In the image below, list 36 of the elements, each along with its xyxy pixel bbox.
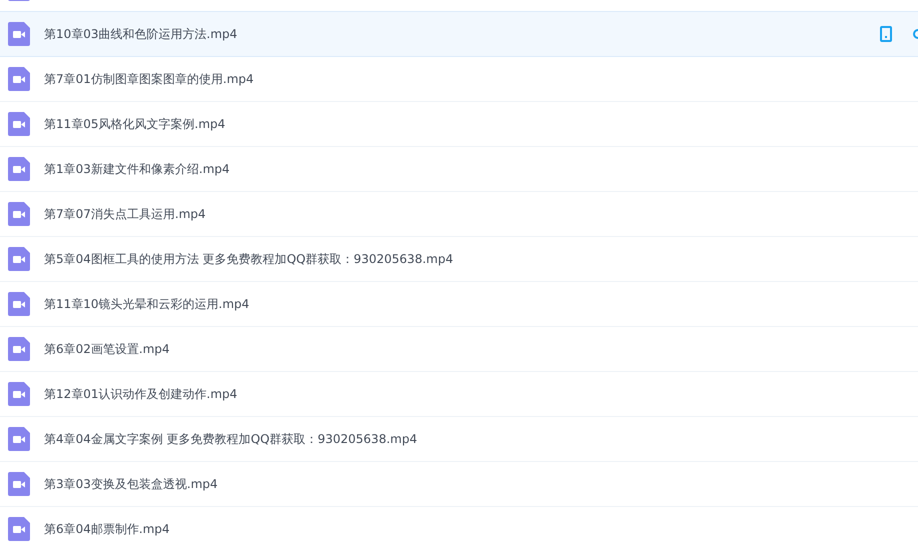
file-name: 第4章04金属文字案例 更多免费教程加QQ群获取：930205638.mp4 [44,430,418,448]
file-row[interactable]: 第11章10镜头光晕和云彩的运用.mp4 [0,282,918,327]
video-file-icon [8,67,30,91]
file-row[interactable]: 第7章01仿制图章图案图章的使用.mp4 [0,57,918,102]
file-row[interactable]: 第12章01认识动作及创建动作.mp4 [0,372,918,417]
file-row[interactable]: 第6章04邮票制作.mp4 [0,507,918,543]
file-name: 第6章04邮票制作.mp4 [44,520,170,538]
file-row[interactable]: 第11章05风格化风文字案例.mp4 [0,102,918,147]
file-row[interactable]: 第7章07消失点工具运用.mp4 [0,192,918,237]
video-file-icon [8,382,30,406]
file-name: 第11章10镜头光晕和云彩的运用.mp4 [44,296,250,312]
file-name: 第3章03变换及包装盒透视.mp4 [44,476,218,492]
video-file-icon [8,337,30,361]
file-name: 第12章01认识动作及创建动作.mp4 [44,386,238,402]
video-file-icon [8,472,30,496]
video-file-icon [8,22,30,46]
file-row[interactable]: 第5章04图框工具的使用方法 更多免费教程加QQ群获取：930205638.mp4 [0,237,918,282]
video-file-icon [8,202,30,226]
file-name: 第11章05风格化风文字案例.mp4 [44,116,226,132]
file-name: 第5章04图框工具的使用方法 更多免费教程加QQ群获取：930205638.mp4 [44,250,454,268]
file-name: 第7章01仿制图章图案图章的使用.mp4 [44,70,254,88]
file-row[interactable]: 第3章03变换及包装盒透视.mp4 [0,462,918,507]
phone-icon[interactable] [880,26,892,42]
video-file-icon [8,247,30,271]
file-name: 第10章03曲线和色阶运用方法.mp4 [44,26,238,42]
file-row[interactable]: 第6章02画笔设置.mp4 [0,327,918,372]
video-file-icon [8,112,30,136]
file-row[interactable]: 第4章04金属文字案例 更多免费教程加QQ群获取：930205638.mp4 [0,417,918,462]
file-name: 第6章02画笔设置.mp4 [44,340,170,358]
selected-row[interactable]: 第10章03曲线和色阶运用方法.mp4 [0,11,918,57]
video-file-icon [8,427,30,451]
file-name: 第1章03新建文件和像素介绍.mp4 [44,160,230,178]
video-file-icon [8,157,30,181]
video-file-icon [8,292,30,316]
file-name: 第7章07消失点工具运用.mp4 [44,206,206,222]
file-row[interactable]: 第1章03新建文件和像素介绍.mp4 [0,147,918,192]
